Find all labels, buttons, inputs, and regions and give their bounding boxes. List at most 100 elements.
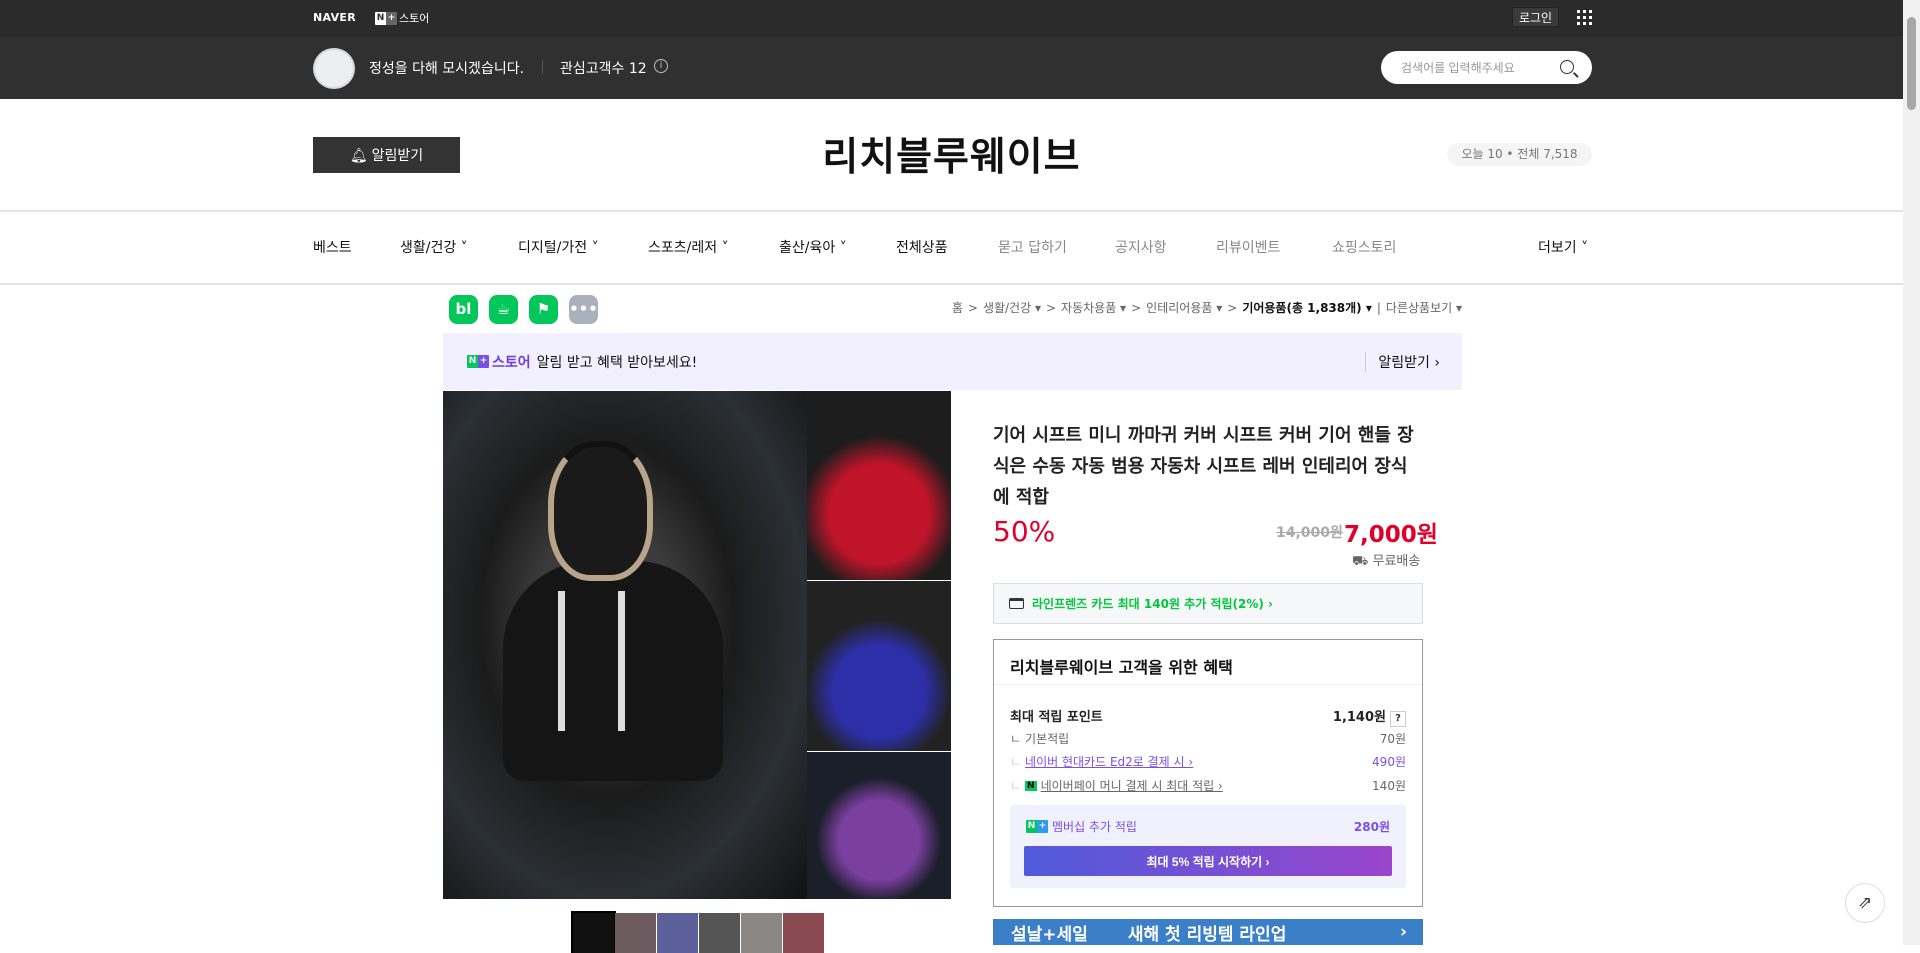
fan-count: 관심고객수 12 — [560, 61, 647, 77]
nplus-store-logo[interactable]: N + 스토어 — [375, 10, 429, 26]
benefits-title: 리치블루웨이브 고객을 위한 혜택 — [1010, 658, 1233, 677]
alarm-banner: N + 스토어 알림 받고 혜택 받아보세요! 알림받기 › — [443, 333, 1462, 390]
naver-logo[interactable]: NAVER — [313, 11, 356, 24]
card-offer-text: 라인프렌즈 카드 최대 140원 추가 적립(2%) › — [1032, 597, 1273, 611]
breadcrumb-sep: > — [967, 300, 978, 315]
n-mark: N — [467, 355, 478, 368]
nav-living-health[interactable]: 생활/건강 ˅ — [400, 237, 468, 257]
benefit-value: 490원 — [1372, 755, 1406, 769]
npay-icon: N — [1025, 780, 1037, 791]
plus-mark: + — [478, 355, 489, 368]
product-image-blue[interactable] — [807, 581, 951, 751]
start-membership-button[interactable]: 최대 5% 적립 시작하기 › — [1024, 846, 1392, 876]
max-points-label: 최대 적립 포인트 — [1010, 710, 1103, 725]
blog-share-icon[interactable]: bl — [449, 295, 478, 324]
thumbnail[interactable] — [783, 913, 824, 953]
store-header-bar — [0, 35, 1903, 99]
thumbnail[interactable] — [699, 913, 740, 953]
bookmark-share-icon[interactable]: ⚑ — [529, 295, 558, 324]
benefit-value: 70원 — [1379, 732, 1406, 746]
share-icon: ⇗ — [1857, 893, 1873, 913]
benefit-value: 140원 — [1372, 779, 1406, 793]
breadcrumb-sep: > — [1131, 300, 1142, 315]
store-avatar[interactable] — [313, 48, 355, 89]
more-share-icon[interactable]: ••• — [569, 295, 598, 324]
nav-all-products[interactable]: 전체상품 — [896, 237, 948, 257]
breadcrumb-sep: > — [1045, 300, 1057, 315]
share-button[interactable]: ⇗ — [1845, 883, 1885, 923]
max-points-value: 1,140원 — [1332, 710, 1386, 725]
hyundai-card-link[interactable]: 네이버 현대카드 Ed2로 결제 시 › — [1025, 753, 1193, 770]
promo-title: 새해 첫 리빙템 라인업 — [1127, 924, 1287, 945]
thumbnail[interactable] — [657, 913, 698, 953]
nav-digital[interactable]: 디지털/가전 ˅ — [518, 237, 599, 257]
promo-banner[interactable]: 설날+세일 새해 첫 리빙템 라인업 › — [993, 919, 1423, 945]
thumbnail[interactable] — [615, 913, 656, 953]
nav-sports[interactable]: 스포츠/레저 ˅ — [648, 237, 729, 257]
benefit-row: ㄴ 네이버 현대카드 Ed2로 결제 시 › 490원 — [1010, 753, 1406, 770]
nav-notice[interactable]: 공지사항 — [1115, 237, 1167, 257]
product-image-purple[interactable] — [807, 752, 951, 899]
apps-grid-icon[interactable] — [1577, 10, 1592, 25]
visitor-count: 오늘 10 • 전체 7,518 — [1447, 143, 1592, 166]
store-label: 스토어 — [492, 354, 531, 371]
store-label: 스토어 — [399, 12, 430, 25]
shipping-label: 무료배송 — [1372, 554, 1421, 569]
banner-alarm-button[interactable]: 알림받기 › — [1365, 351, 1440, 372]
original-price: 14,000원 — [1276, 525, 1343, 541]
store-slogan: 정성을 다해 모시겠습니다. — [369, 61, 525, 77]
promo-tag: 설날+세일 — [1011, 924, 1088, 945]
benefit-row: ㄴ 기본적립 70원 — [1010, 732, 1406, 746]
thumbnail[interactable] — [571, 911, 616, 953]
nav-best[interactable]: 베스트 — [313, 237, 352, 257]
breadcrumb-gear[interactable]: 기어용품(총 1,838개) ▾ — [1242, 299, 1372, 316]
credit-card-icon — [1009, 598, 1024, 609]
divider — [0, 283, 1903, 285]
product-main-image[interactable] — [443, 391, 807, 899]
nav-baby[interactable]: 출산/육아 ˅ — [779, 237, 847, 257]
breadcrumb-living[interactable]: 생활/건강 ▾ — [983, 299, 1041, 316]
plus-mark: + — [1037, 820, 1048, 833]
breadcrumb-sep: | — [1376, 300, 1381, 315]
cafe-share-icon[interactable]: ☕ — [489, 295, 518, 324]
drawstring — [558, 591, 565, 731]
other-products-dropdown[interactable]: 다른상품보기 ▾ — [1386, 299, 1462, 316]
divider — [542, 60, 543, 74]
search-icon[interactable] — [1560, 60, 1574, 74]
store-name[interactable]: 리치블루웨이브 — [0, 126, 1903, 182]
sale-price: 7,000원 — [1344, 522, 1438, 548]
n-mark: N — [375, 11, 386, 25]
login-button[interactable]: 로그인 — [1512, 7, 1559, 27]
thumbnail[interactable] — [741, 913, 782, 953]
help-button[interactable]: ? — [1390, 711, 1406, 727]
chevron-right-icon: › — [1399, 922, 1407, 942]
breadcrumb-home[interactable]: 홈 — [952, 299, 963, 316]
discount-rate: 50% — [993, 515, 1056, 548]
nav-qna[interactable]: 묻고 답하기 — [998, 237, 1067, 257]
breadcrumb-interior[interactable]: 인테리어용품 ▾ — [1146, 299, 1222, 316]
thumbnail-strip — [571, 911, 824, 953]
product-title: 기어 시프트 미니 까마귀 커버 시프트 커버 기어 핸들 장식은 수동 자동 … — [993, 425, 1414, 508]
nav-shopping-story[interactable]: 쇼핑스토리 — [1332, 237, 1396, 257]
product-image-red[interactable] — [807, 391, 951, 580]
membership-box: N + 멤버십 추가 적립 280원 최대 5% 적립 시작하기 › — [1010, 805, 1406, 888]
npay-money-link[interactable]: 네이버페이 머니 결제 시 최대 적립 › — [1041, 777, 1223, 794]
membership-row: N + 멤버십 추가 적립 280원 — [1026, 818, 1390, 835]
scrollbar-thumb[interactable] — [1907, 17, 1916, 110]
breadcrumb-auto[interactable]: 자동차용품 ▾ — [1061, 299, 1126, 316]
breadcrumb-sep: > — [1227, 300, 1238, 315]
plus-mark: + — [386, 11, 397, 25]
info-icon[interactable]: i — [654, 59, 668, 73]
card-offer[interactable]: 라인프렌즈 카드 최대 140원 추가 적립(2%) › — [993, 583, 1423, 624]
divider — [994, 684, 1422, 685]
breadcrumb: 홈 > 생활/건강 ▾ > 자동차용품 ▾ > 인테리어용품 ▾ > 기어용품(총 1,… — [952, 299, 1462, 316]
nplus-icon: N + — [1026, 820, 1048, 833]
truck-icon: ⛟ — [1352, 554, 1373, 569]
nav-more[interactable]: 더보기 ˅ — [1538, 237, 1588, 257]
scrollbar[interactable] — [1903, 0, 1920, 945]
nav-review-event[interactable]: 리뷰이벤트 — [1216, 237, 1280, 257]
benefit-label: 기본적립 — [1025, 732, 1070, 746]
benefit-row: ㄴ N 네이버페이 머니 결제 시 최대 적립 › 140원 — [1010, 777, 1406, 794]
drawstring — [618, 591, 625, 731]
divider — [0, 210, 1903, 212]
